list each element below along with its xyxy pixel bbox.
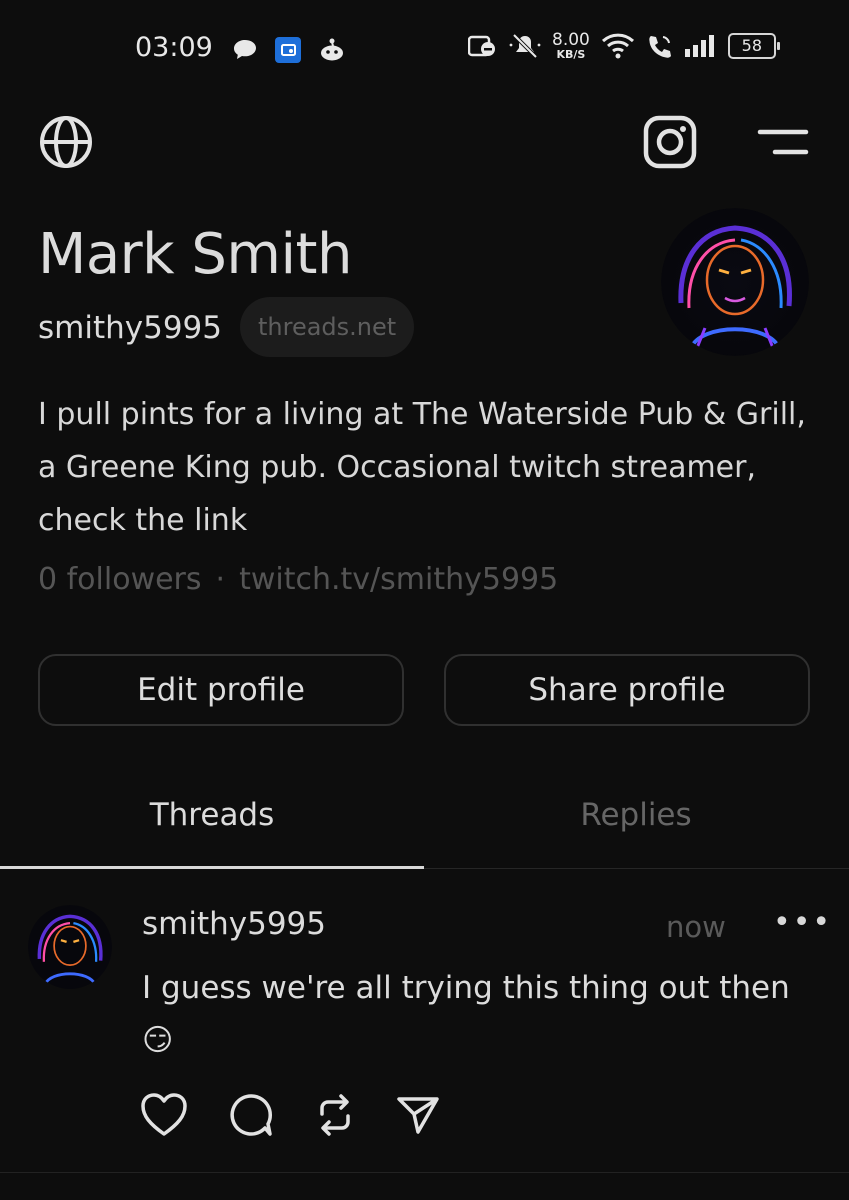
profile-handle: smithy5995 — [38, 310, 223, 346]
reddit-icon — [321, 38, 343, 61]
tab-replies[interactable]: Replies — [424, 792, 848, 868]
profile-name: Mark Smith — [38, 222, 353, 287]
post-timestamp: now — [666, 910, 726, 944]
status-notification-icons — [232, 36, 346, 64]
chat-bubble-icon — [234, 40, 256, 59]
edit-profile-button[interactable]: Edit profile — [38, 654, 404, 726]
globe-icon[interactable] — [38, 114, 94, 170]
post-username[interactable]: smithy5995 — [142, 906, 326, 942]
post-divider — [0, 1172, 849, 1173]
network-speed-value: 8.00 — [552, 30, 590, 50]
network-speed: 8.00 KB/S — [552, 30, 590, 61]
post-actions — [140, 1092, 440, 1138]
tab-threads[interactable]: Threads — [0, 792, 424, 868]
wifi-calling-icon — [649, 36, 671, 58]
heart-icon[interactable] — [140, 1092, 188, 1138]
profile-avatar[interactable] — [661, 208, 809, 356]
wifi-icon — [601, 33, 634, 59]
post-body: I guess we're all trying this thing out … — [142, 970, 790, 1006]
profile-link[interactable]: twitch.tv/smithy5995 — [239, 562, 558, 597]
status-system-icons: 8.00 KB/S 58 — [468, 30, 780, 61]
menu-icon[interactable] — [754, 114, 810, 170]
post-avatar[interactable] — [28, 905, 112, 989]
post-text: I guess we're all trying this thing out … — [142, 962, 822, 1067]
battery-icon: 58 — [727, 33, 780, 59]
profile-meta: 0 followers · twitch.tv/smithy5995 — [38, 562, 558, 597]
muted-bell-icon — [509, 33, 541, 59]
more-options-button[interactable]: ••• — [773, 905, 832, 940]
app-notification-icon — [275, 37, 301, 63]
domain-chip[interactable]: threads.net — [240, 297, 415, 357]
network-speed-unit: KB/S — [556, 48, 586, 61]
signal-icon — [684, 35, 714, 57]
repost-icon[interactable] — [314, 1092, 356, 1138]
send-icon[interactable] — [396, 1094, 440, 1136]
hd-call-icon — [468, 35, 495, 57]
followers-count[interactable]: 0 followers — [38, 562, 202, 597]
post-emoji: 😏 — [142, 1023, 174, 1058]
meta-separator: · — [215, 562, 226, 597]
tab-active-indicator — [0, 866, 424, 869]
comment-icon[interactable] — [228, 1092, 274, 1138]
profile-bio: I pull pints for a living at The Watersi… — [38, 397, 806, 538]
share-profile-button[interactable]: Share profile — [444, 654, 810, 726]
instagram-icon[interactable] — [642, 114, 698, 170]
status-time: 03:09 — [135, 32, 213, 63]
